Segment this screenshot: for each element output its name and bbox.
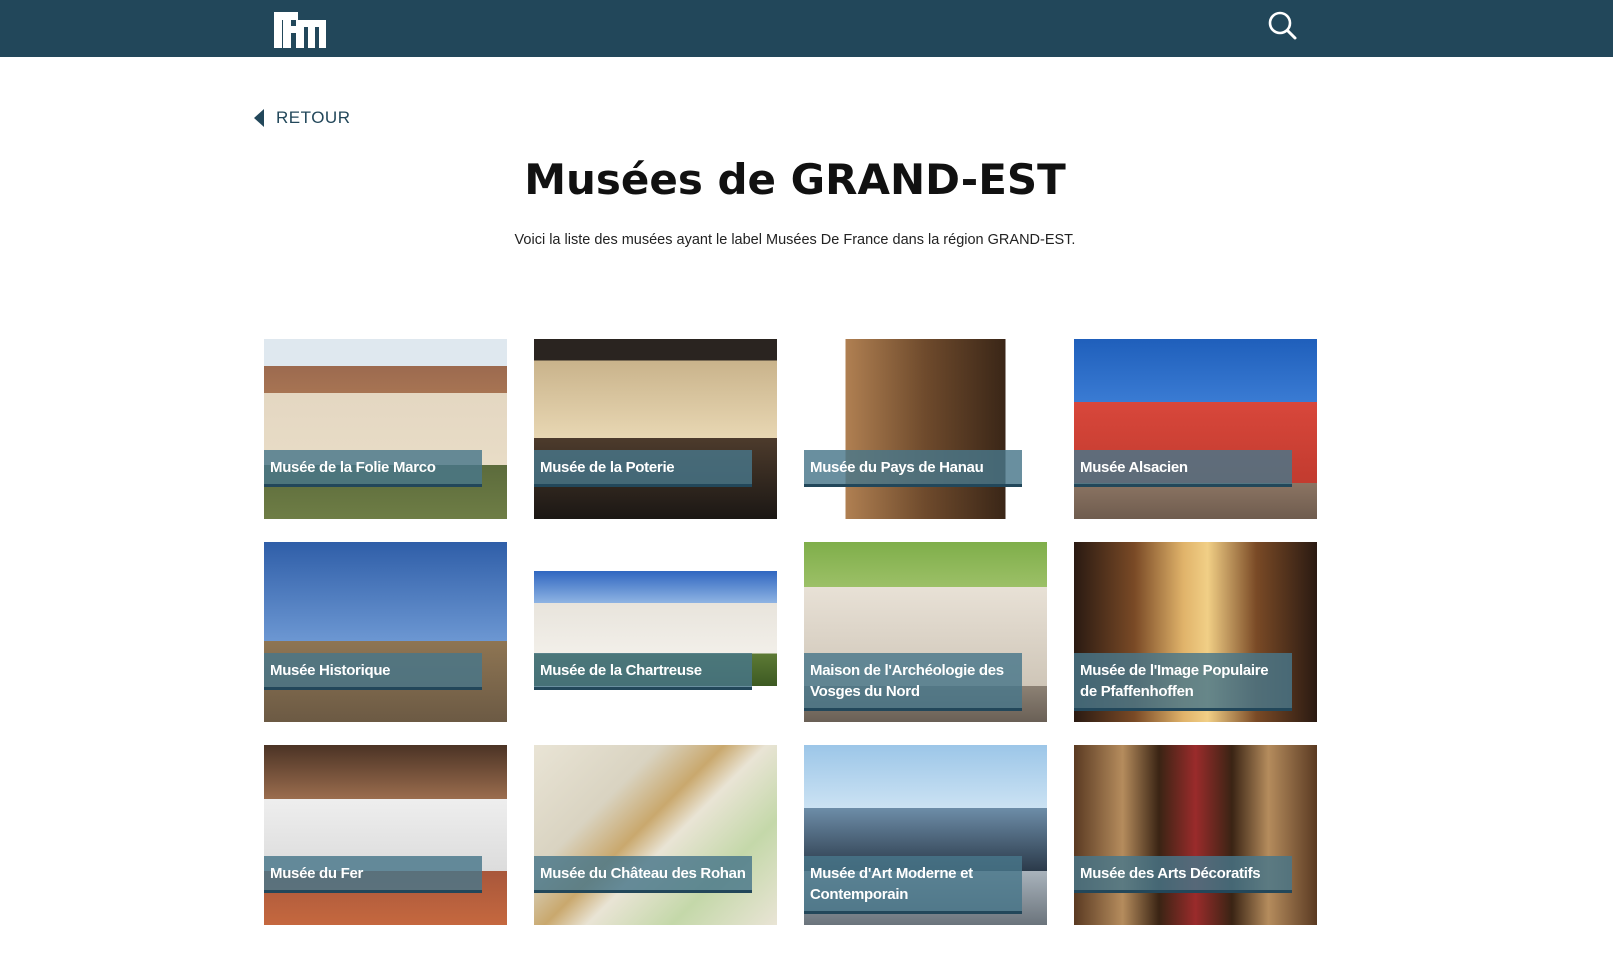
museum-card[interactable]: Musée d'Art Moderne et Contemporain — [804, 745, 1047, 925]
museum-card[interactable]: Musée de la Folie Marco — [264, 339, 507, 519]
museum-card[interactable]: Musée de la Chartreuse — [534, 542, 777, 722]
museum-photo — [264, 542, 507, 722]
museum-photo — [534, 745, 777, 925]
page-title: Musées de GRAND-EST — [524, 155, 1066, 204]
museum-name: Musée du Château des Rohan — [534, 856, 752, 893]
back-link-label: RETOUR — [276, 108, 351, 127]
page-intro: Voici la liste des musées ayant le label… — [514, 232, 1076, 248]
museum-grid: Musée de la Folie Marco Musée de la Pote… — [264, 339, 1318, 925]
museum-name: Musée Historique — [264, 653, 482, 690]
museum-card[interactable]: Musée du Pays de Hanau — [804, 339, 1047, 519]
museum-name: Musée de l'Image Populaire de Pfaffenhof… — [1074, 653, 1292, 711]
hm-logo-icon[interactable] — [274, 12, 328, 48]
museum-photo — [264, 745, 507, 925]
museum-photo — [534, 339, 777, 519]
caret-left-icon — [254, 109, 264, 127]
back-link[interactable]: RETOUR — [254, 108, 350, 128]
museum-card[interactable]: Musée du Fer — [264, 745, 507, 925]
museum-photo — [1074, 745, 1317, 925]
museum-card[interactable]: Musée Alsacien — [1074, 339, 1317, 519]
search-icon[interactable] — [1267, 10, 1299, 42]
museum-name: Maison de l'Archéologie des Vosges du No… — [804, 653, 1022, 711]
museum-name: Musée d'Art Moderne et Contemporain — [804, 856, 1022, 914]
museum-name: Musée du Pays de Hanau — [804, 450, 1022, 487]
museum-card[interactable]: Musée de l'Image Populaire de Pfaffenhof… — [1074, 542, 1317, 722]
museum-name: Musée du Fer — [264, 856, 482, 893]
museum-name: Musée des Arts Décoratifs — [1074, 856, 1292, 893]
museum-photo — [264, 339, 507, 519]
top-header — [0, 0, 1613, 57]
museum-name: Musée de la Chartreuse — [534, 653, 752, 690]
museum-photo — [804, 339, 1047, 519]
museum-card[interactable]: Musée des Arts Décoratifs — [1074, 745, 1317, 925]
museum-card[interactable]: Musée Historique — [264, 542, 507, 722]
museum-photo — [1074, 339, 1317, 519]
museum-name: Musée de la Folie Marco — [264, 450, 482, 487]
museum-photo — [534, 542, 777, 722]
museum-name: Musée Alsacien — [1074, 450, 1292, 487]
museum-name: Musée de la Poterie — [534, 450, 752, 487]
museum-card[interactable]: Musée du Château des Rohan — [534, 745, 777, 925]
museum-card[interactable]: Musée de la Poterie — [534, 339, 777, 519]
museum-card[interactable]: Maison de l'Archéologie des Vosges du No… — [804, 542, 1047, 722]
